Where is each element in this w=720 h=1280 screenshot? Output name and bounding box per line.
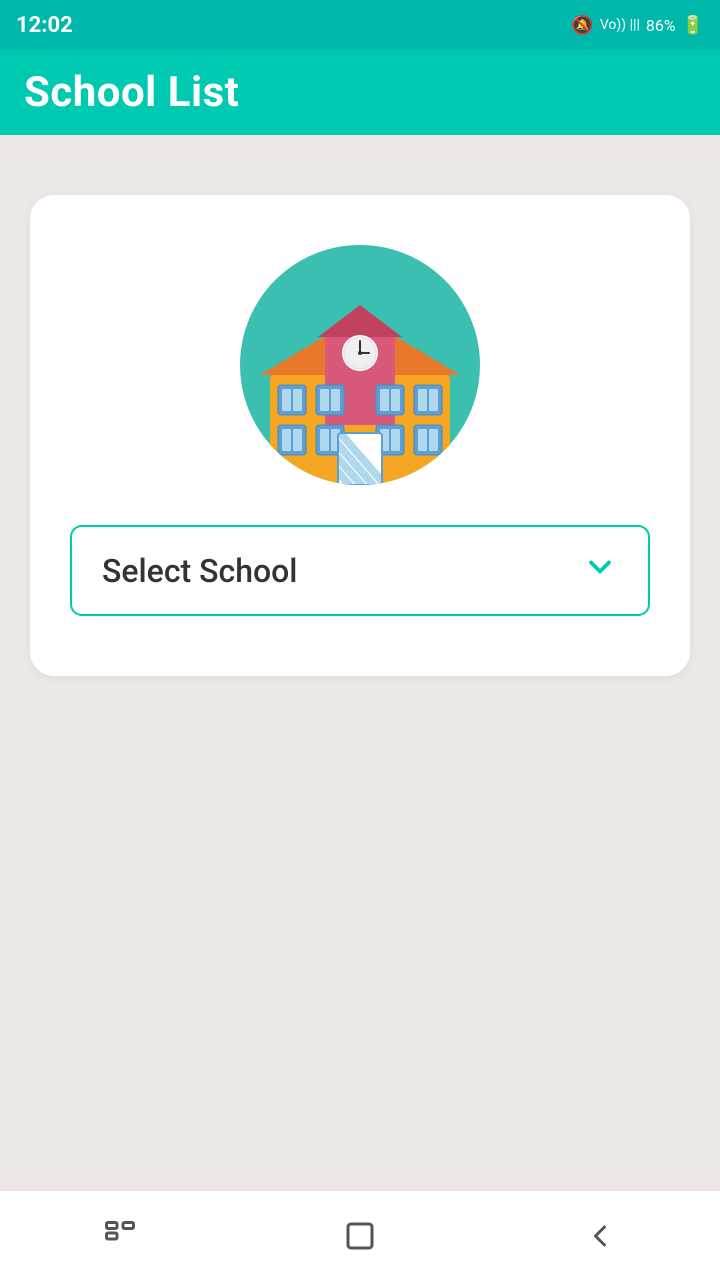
recent-apps-button[interactable] bbox=[72, 1208, 168, 1264]
back-button[interactable] bbox=[552, 1208, 648, 1264]
main-content: Select School bbox=[0, 135, 720, 1190]
notification-icon: 🔕 bbox=[571, 15, 593, 36]
recent-icon bbox=[102, 1218, 138, 1254]
app-bar: School List bbox=[0, 50, 720, 135]
status-time: 12:02 bbox=[16, 13, 73, 38]
status-icons: 🔕 Vo)) ||| 86% 🔋 bbox=[571, 15, 704, 36]
school-card: Select School bbox=[30, 195, 690, 676]
signal-icon: Vo)) ||| bbox=[600, 17, 640, 33]
home-button[interactable] bbox=[312, 1208, 408, 1264]
select-school-dropdown[interactable]: Select School bbox=[70, 525, 650, 616]
navigation-bar bbox=[0, 1190, 720, 1280]
chevron-down-icon bbox=[582, 549, 618, 592]
select-school-label: Select School bbox=[102, 552, 297, 590]
back-icon bbox=[582, 1218, 618, 1254]
battery-icon: 🔋 bbox=[682, 15, 704, 36]
battery-text: 86% bbox=[646, 16, 676, 35]
app-bar-title: School List bbox=[24, 68, 239, 117]
school-building-svg bbox=[250, 285, 470, 485]
status-bar: 12:02 🔕 Vo)) ||| 86% 🔋 bbox=[0, 0, 720, 50]
home-icon bbox=[342, 1218, 378, 1254]
school-illustration bbox=[240, 245, 480, 485]
